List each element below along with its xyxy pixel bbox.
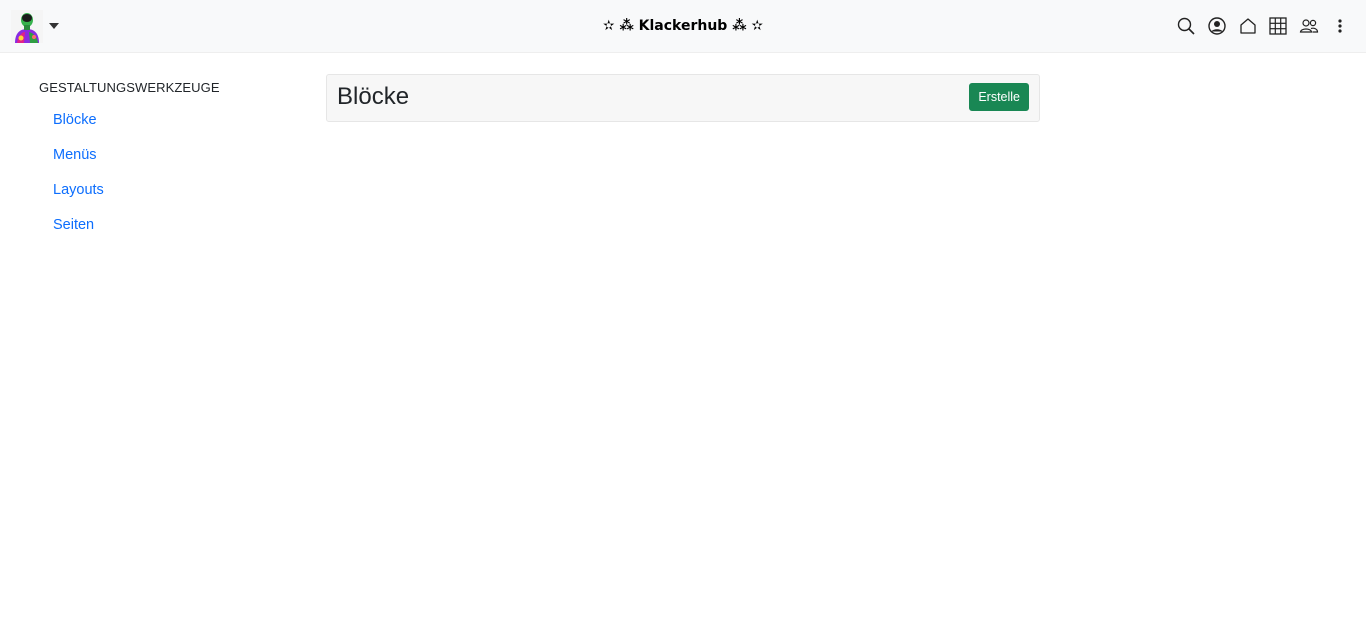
- sidebar-nav: Blöcke Menüs Layouts Seiten: [53, 110, 104, 250]
- more-vertical-icon[interactable]: [1330, 16, 1350, 36]
- top-navbar: ✫ ⁂ Klackerhub ⁂ ✫: [0, 0, 1366, 53]
- brand-title[interactable]: ✫ ⁂ Klackerhub ⁂ ✫: [603, 18, 763, 34]
- blocks-card-header: Blöcke Erstelle: [326, 74, 1040, 122]
- sidebar-link-layouts[interactable]: Layouts: [53, 182, 104, 198]
- brand-title-wrapper: ✫ ⁂ Klackerhub ⁂ ✫: [0, 0, 1366, 53]
- avatar-image: [11, 10, 43, 43]
- people-icon[interactable]: [1299, 16, 1319, 36]
- sidebar-heading: Gestaltungswerkzeuge: [39, 80, 220, 95]
- sidebar-item-seiten: Seiten: [53, 215, 104, 250]
- create-button[interactable]: Erstelle: [969, 83, 1029, 111]
- sidebar-item-layouts: Layouts: [53, 180, 104, 215]
- home-icon[interactable]: [1238, 16, 1258, 36]
- sidebar-link-seiten[interactable]: Seiten: [53, 217, 94, 233]
- caret-down-icon[interactable]: [48, 19, 60, 31]
- grid-icon[interactable]: [1268, 16, 1288, 36]
- sidebar-item-bloecke: Blöcke: [53, 110, 104, 145]
- sidebar-link-bloecke[interactable]: Blöcke: [53, 112, 97, 128]
- user-avatar[interactable]: [11, 10, 43, 43]
- user-circle-icon[interactable]: [1207, 16, 1227, 36]
- search-icon[interactable]: [1176, 16, 1196, 36]
- page-title: Blöcke: [337, 83, 410, 110]
- sidebar-item-menues: Menüs: [53, 145, 104, 180]
- sidebar-link-menues[interactable]: Menüs: [53, 147, 97, 163]
